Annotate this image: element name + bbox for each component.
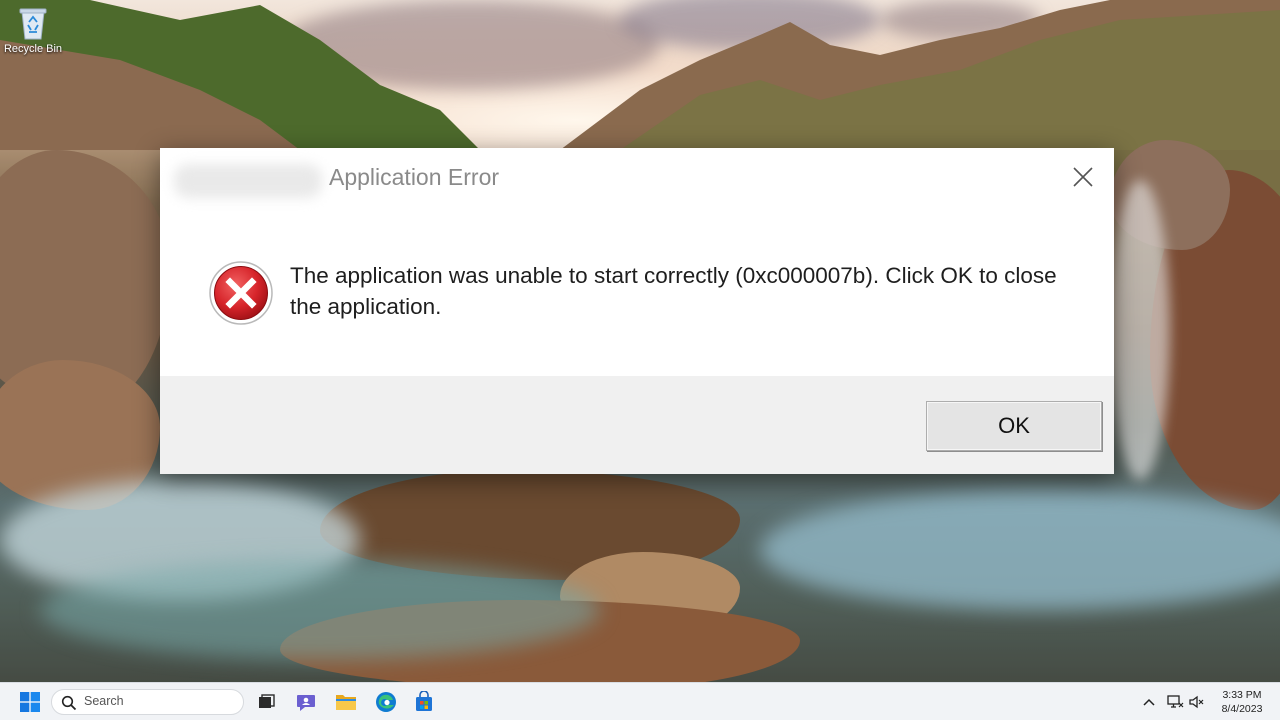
store-icon [416,691,432,711]
close-icon [1073,167,1093,187]
application-error-dialog: Application Error The application was un… [160,148,1114,474]
ok-button[interactable]: OK [926,401,1102,451]
chat-icon [297,695,315,711]
clock-date: 8/4/2023 [1221,703,1263,715]
speaker-muted-icon [1189,695,1204,709]
network-icon [1167,695,1184,708]
dialog-title: Application Error [329,164,500,190]
taskbar-clock[interactable]: 3:33 PM 8/4/2023 [1210,688,1274,716]
taskbar: Search 3:33 PM 8/4/2023 [0,682,1280,720]
task-view-button[interactable] [254,690,278,714]
folder-icon [336,695,356,710]
taskbar-search[interactable]: Search [51,689,244,715]
error-icon [208,260,274,326]
recycle-bin-icon [18,6,48,40]
desktop-icon-recycle-bin[interactable]: Recycle Bin [2,6,64,55]
windows-start-icon [20,692,40,712]
network-button[interactable] [1166,694,1184,710]
chevron-up-icon [1143,698,1155,706]
error-message: The application was unable to start corr… [290,263,1057,319]
volume-button[interactable] [1188,694,1206,710]
edge-icon [376,692,396,712]
search-icon [61,695,77,711]
dialog-button-bar: OK [160,376,1114,474]
dialog-content: The application was unable to start corr… [160,208,1114,376]
close-button[interactable] [1068,162,1098,192]
file-explorer-button[interactable] [334,690,358,714]
search-placeholder: Search [84,694,124,708]
show-hidden-icons-button[interactable] [1140,694,1158,710]
start-button[interactable] [18,690,42,714]
task-view-icon [259,694,275,708]
clock-time: 3:33 PM [1222,689,1262,701]
redacted-app-name [174,164,322,198]
store-button[interactable] [412,690,436,714]
dialog-titlebar[interactable]: Application Error [160,148,1114,208]
desktop-icon-label: Recycle Bin [3,43,63,55]
edge-button[interactable] [374,690,398,714]
chat-button[interactable] [294,690,318,714]
